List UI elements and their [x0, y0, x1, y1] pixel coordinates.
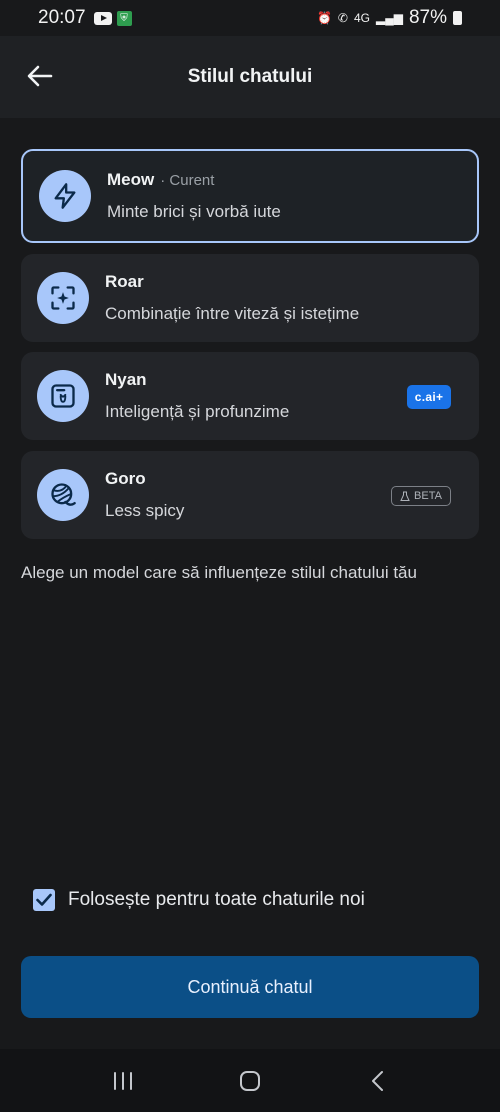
arrow-left-icon: [27, 65, 53, 87]
status-time: 20:07: [38, 7, 86, 28]
home-icon: [239, 1070, 260, 1091]
battery-percent: 87%: [408, 7, 447, 28]
beta-label: BETA: [414, 490, 442, 502]
flask-icon: [400, 491, 410, 501]
home-button[interactable]: [230, 1061, 270, 1101]
model-card-goro[interactable]: Goro Less spicy BETA: [21, 451, 479, 539]
model-name: Nyan: [105, 370, 147, 389]
model-name: Roar: [105, 272, 144, 291]
model-card-meow[interactable]: Meow · Curent Minte brici și vorbă iute: [21, 149, 479, 243]
model-description: Less spicy: [105, 501, 185, 520]
alarm-icon: ⏰: [316, 11, 332, 25]
status-bar: 20:07 ⛨ ⏰ ✆ 4G ▂▄▆ 87%: [0, 0, 500, 36]
model-description: Inteligență și profunzime: [105, 402, 290, 421]
model-description: Combinație între viteză și istețime: [105, 304, 360, 323]
model-card-nyan[interactable]: Nyan Inteligență și profunzime c.ai+: [21, 352, 479, 440]
system-nav-bar: [0, 1049, 500, 1112]
back-nav-button[interactable]: [357, 1061, 397, 1101]
model-description: Minte brici și vorbă iute: [107, 202, 281, 221]
checkbox[interactable]: [33, 889, 55, 911]
battery-icon: [453, 11, 462, 25]
model-icon-container: [37, 469, 89, 521]
signal-icon: ▂▄▆: [376, 11, 403, 25]
cat-note-icon: [51, 384, 75, 408]
app-header: Stilul chatului: [0, 36, 500, 118]
continue-chat-button[interactable]: Continuă chatul: [21, 956, 479, 1018]
network-type: 4G: [353, 11, 370, 25]
recent-apps-button[interactable]: [103, 1061, 143, 1101]
checkmark-icon: [36, 893, 52, 906]
model-name: Goro: [105, 469, 146, 488]
current-label: · Curent: [160, 172, 215, 189]
beta-badge: BETA: [391, 486, 451, 506]
shield-icon: ⛨: [116, 10, 132, 26]
lightning-icon: [54, 183, 76, 209]
model-icon-container: [37, 272, 89, 324]
youtube-icon: [93, 11, 112, 25]
yarn-ball-icon: [51, 483, 76, 506]
chevron-left-icon: [371, 1070, 383, 1091]
use-for-all-chats-toggle[interactable]: Folosește pentru toate chaturile noi: [33, 889, 365, 911]
hint-text: Alege un model care să influențeze stilu…: [21, 563, 417, 582]
cai-plus-badge: c.ai+: [407, 385, 451, 409]
checkbox-label: Folosește pentru toate chaturile noi: [68, 889, 365, 910]
sparkle-frame-icon: [51, 286, 75, 310]
model-icon-container: [39, 170, 91, 222]
model-icon-container: [37, 370, 89, 422]
model-name: Meow: [107, 170, 155, 189]
call-icon: ✆: [337, 11, 348, 25]
page-title: Stilul chatului: [187, 66, 313, 87]
back-button[interactable]: [24, 60, 56, 92]
recent-apps-icon: [114, 1071, 133, 1090]
model-card-roar[interactable]: Roar Combinație între viteză și istețime: [21, 254, 479, 342]
